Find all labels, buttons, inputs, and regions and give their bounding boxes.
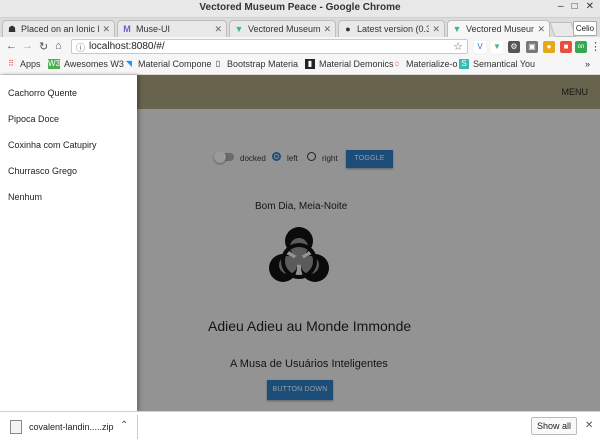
bookmark-material-compone[interactable]: ◥ Material Compone <box>124 59 212 69</box>
material-icon: ◥ <box>125 59 133 68</box>
divider <box>137 415 138 439</box>
tab-label: Vectored Museum P <box>248 24 321 34</box>
extension-green-icon[interactable]: on <box>575 41 587 53</box>
bookmark-star-icon[interactable]: ☆ <box>453 40 463 53</box>
tab-close-icon[interactable]: ✕ <box>537 24 545 35</box>
bookmark-label: Material Compone <box>138 59 212 69</box>
semantic-icon: S <box>459 59 469 69</box>
home-icon[interactable]: ⌂ <box>55 40 62 52</box>
bookmark-label: Semantical You <box>473 59 536 69</box>
extension-gear-icon[interactable]: ⚙ <box>508 41 520 53</box>
tab-close-icon[interactable]: ✕ <box>432 24 440 35</box>
drawer-item[interactable]: Coxinha com Catupiry <box>8 140 97 150</box>
bookmarks-bar: ⠿ Apps W3 Awesomes W3 ◥ Material Compone… <box>0 57 600 75</box>
drawer-item[interactable]: Nenhum <box>8 192 42 202</box>
bookmark-semantical[interactable]: S Semantical You <box>459 59 535 69</box>
tab-label: Placed on an Ionic P <box>21 24 100 34</box>
chrome-menu-icon[interactable]: ⋮ <box>590 40 600 53</box>
bookmark-label: Material Demonics <box>319 59 394 69</box>
tab-label: Muse-UI <box>136 24 171 34</box>
tab-label: Latest version (0.3. <box>357 24 430 34</box>
muse-icon: M <box>123 24 131 34</box>
w3-icon: W3 <box>48 59 60 69</box>
bookmark-apps[interactable]: ⠿ Apps <box>6 59 41 69</box>
download-filename[interactable]: covalent-landin.....zip <box>29 422 114 432</box>
mui-icon: ▮ <box>305 59 315 69</box>
side-drawer: Cachorro Quente Pipoca Doce Coxinha com … <box>0 75 137 411</box>
page-icon: ▯ <box>215 59 221 68</box>
tab-strip: ☗ Placed on an Ionic P ✕ M Muse-UI ✕ ▼ V… <box>0 18 600 37</box>
bookmark-label: Bootstrap Materia <box>227 59 299 69</box>
tab-close-icon[interactable]: ✕ <box>323 24 331 35</box>
drawer-item[interactable]: Churrasco Grego <box>8 166 77 176</box>
window-titlebar: Vectored Museum Peace - Google Chrome – … <box>0 0 600 18</box>
chevron-up-icon[interactable]: ⌃ <box>120 420 128 431</box>
bookmark-label: Apps <box>20 59 41 69</box>
tab-close-icon[interactable]: ✕ <box>214 24 222 35</box>
github-icon: ● <box>345 24 351 34</box>
tab-4[interactable]: ● Latest version (0.3. ✕ <box>338 20 445 37</box>
close-downloads-icon[interactable]: ✕ <box>585 420 593 431</box>
vue-icon: ▼ <box>234 24 244 34</box>
extension-red-icon[interactable]: ■ <box>560 41 572 53</box>
vue-icon: ▼ <box>452 24 462 34</box>
info-icon[interactable]: ⓘ <box>76 41 85 54</box>
extension-v-icon[interactable]: V <box>474 41 486 53</box>
bookmark-materialize[interactable]: ᭵ Materialize-o <box>392 59 458 69</box>
back-arrow-icon[interactable]: ← <box>6 40 17 52</box>
tab-5-active[interactable]: ▼ Vectored Museum P ✕ <box>447 20 550 37</box>
extension-circle-icon[interactable]: ● <box>543 41 555 53</box>
address-bar[interactable]: ⓘ localhost:8080/#/ ☆ <box>71 39 468 54</box>
tab-2[interactable]: M Muse-UI ✕ <box>117 20 227 37</box>
window-title: Vectored Museum Peace - Google Chrome <box>199 2 401 13</box>
browser-toolbar: ← → ↻ ⌂ ⓘ localhost:8080/#/ ☆ V ▼ ⚙ ▣ ● … <box>0 37 600 57</box>
show-all-button[interactable]: Show all <box>531 417 577 435</box>
forward-arrow-icon[interactable]: → <box>22 40 33 52</box>
bookmark-label: Awesomes W3 <box>64 59 124 69</box>
minimize-icon[interactable]: – <box>558 1 564 12</box>
drawer-item[interactable]: Cachorro Quente <box>8 88 77 98</box>
extension-box-icon[interactable]: ▣ <box>526 41 538 53</box>
tab-label: Vectored Museum P <box>466 24 534 34</box>
bookmark-bootstrap-materia[interactable]: ▯ Bootstrap Materia <box>213 59 298 69</box>
zip-file-icon <box>10 420 22 434</box>
apps-icon: ⠿ <box>8 59 14 68</box>
materialize-icon: ᭵ <box>394 59 400 68</box>
address-url: localhost:8080/#/ <box>89 41 165 52</box>
tab-close-icon[interactable]: ✕ <box>102 24 110 35</box>
tab-3[interactable]: ▼ Vectored Museum P ✕ <box>229 20 336 37</box>
bookmark-material-demonics[interactable]: ▮ Material Demonics <box>305 59 394 69</box>
drawer-item[interactable]: Pipoca Doce <box>8 114 59 124</box>
bookmark-awesomes[interactable]: W3 Awesomes W3 <box>48 59 124 69</box>
maximize-icon[interactable]: □ <box>572 1 578 12</box>
close-icon[interactable]: ✕ <box>586 1 594 12</box>
bookmark-label: Materialize-o <box>406 59 458 69</box>
profile-button[interactable]: Celio <box>573 21 597 36</box>
reload-icon[interactable]: ↻ <box>39 40 48 53</box>
downloads-bar: covalent-landin.....zip ⌃ Show all ✕ <box>0 411 600 442</box>
tab-1[interactable]: ☗ Placed on an Ionic P ✕ <box>2 20 115 37</box>
extension-vue-icon[interactable]: ▼ <box>491 41 503 53</box>
people-icon: ☗ <box>7 23 17 34</box>
bookmarks-overflow-icon[interactable]: » <box>585 59 590 69</box>
